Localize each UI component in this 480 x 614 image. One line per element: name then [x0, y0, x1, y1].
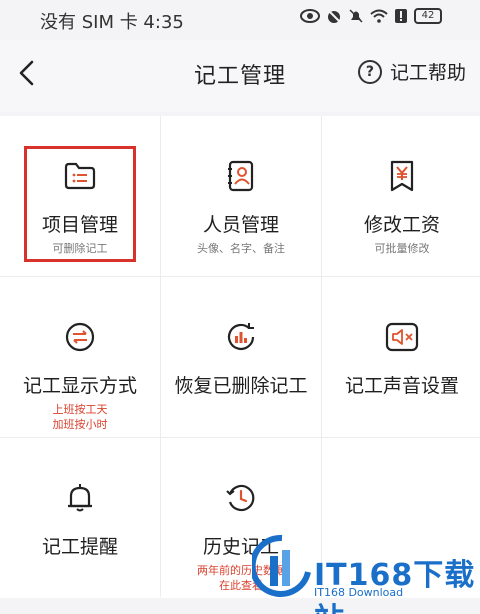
subtitle-line-1: 上班按工天 — [52, 403, 108, 416]
alarm-off-icon — [326, 8, 342, 24]
yen-bookmark-icon — [382, 156, 422, 196]
battery-icon: 42 — [414, 8, 442, 24]
menu-item-edit-wages[interactable]: 修改工资 可批量修改 — [322, 116, 480, 276]
help-icon: ? — [357, 59, 382, 84]
menu-item-label: 恢复已删除记工 — [174, 375, 308, 397]
notification-off-icon — [348, 8, 364, 24]
eye-icon — [300, 9, 320, 23]
restore-chart-icon — [221, 317, 261, 357]
menu-item-reminder[interactable]: 记工提醒 — [0, 438, 160, 598]
subtitle-line-2: 加班按小时 — [52, 418, 108, 431]
history-clock-icon — [221, 478, 261, 518]
menu-item-staff-management[interactable]: 人员管理 头像、名字、备注 — [161, 116, 321, 276]
menu-item-label: 记工声音设置 — [344, 375, 459, 397]
help-label: 记工帮助 — [389, 62, 466, 84]
watermark-text: IT168下载站 — [314, 558, 476, 614]
header: 记工管理 ? 记工帮助 — [0, 40, 480, 112]
menu-item-label: 记工提醒 — [41, 536, 118, 558]
alert-icon — [394, 8, 408, 24]
bell-icon — [60, 478, 100, 518]
highlight-box — [24, 146, 136, 262]
menu-item-subtitle: 可批量修改 — [374, 242, 430, 255]
menu-item-label: 记工显示方式 — [22, 375, 137, 397]
status-icons: 42 — [300, 8, 442, 24]
person-card-icon — [221, 156, 261, 196]
status-carrier-time: 没有 SIM 卡 4:35 — [40, 12, 184, 33]
help-button[interactable]: ? 记工帮助 — [357, 58, 466, 85]
menu-item-subtitle: 上班按工天 加班按小时 — [53, 402, 108, 432]
watermark-subtext: IT168 Download — [314, 586, 404, 599]
menu-grid: 项目管理 可删除记工 人员管理 头像、名字、备注 修改工资 可批量修改 记工显示… — [0, 116, 480, 598]
mute-speaker-icon — [382, 317, 422, 357]
status-bar: 没有 SIM 卡 4:35 42 — [0, 0, 480, 40]
swap-arrows-icon — [60, 317, 100, 357]
menu-item-project-management[interactable]: 项目管理 可删除记工 — [0, 116, 160, 276]
watermark: IT168下载站 IT168 Download — [249, 532, 480, 614]
menu-item-label: 人员管理 — [202, 214, 279, 236]
watermark-logo-icon — [249, 532, 312, 602]
menu-item-label: 修改工资 — [363, 214, 440, 236]
menu-item-display-mode[interactable]: 记工显示方式 上班按工天 加班按小时 — [0, 277, 160, 437]
menu-item-sound-settings[interactable]: 记工声音设置 — [322, 277, 480, 437]
wifi-icon — [370, 9, 388, 23]
menu-item-subtitle: 头像、名字、备注 — [197, 242, 285, 255]
menu-item-restore-deleted[interactable]: 恢复已删除记工 — [161, 277, 321, 437]
